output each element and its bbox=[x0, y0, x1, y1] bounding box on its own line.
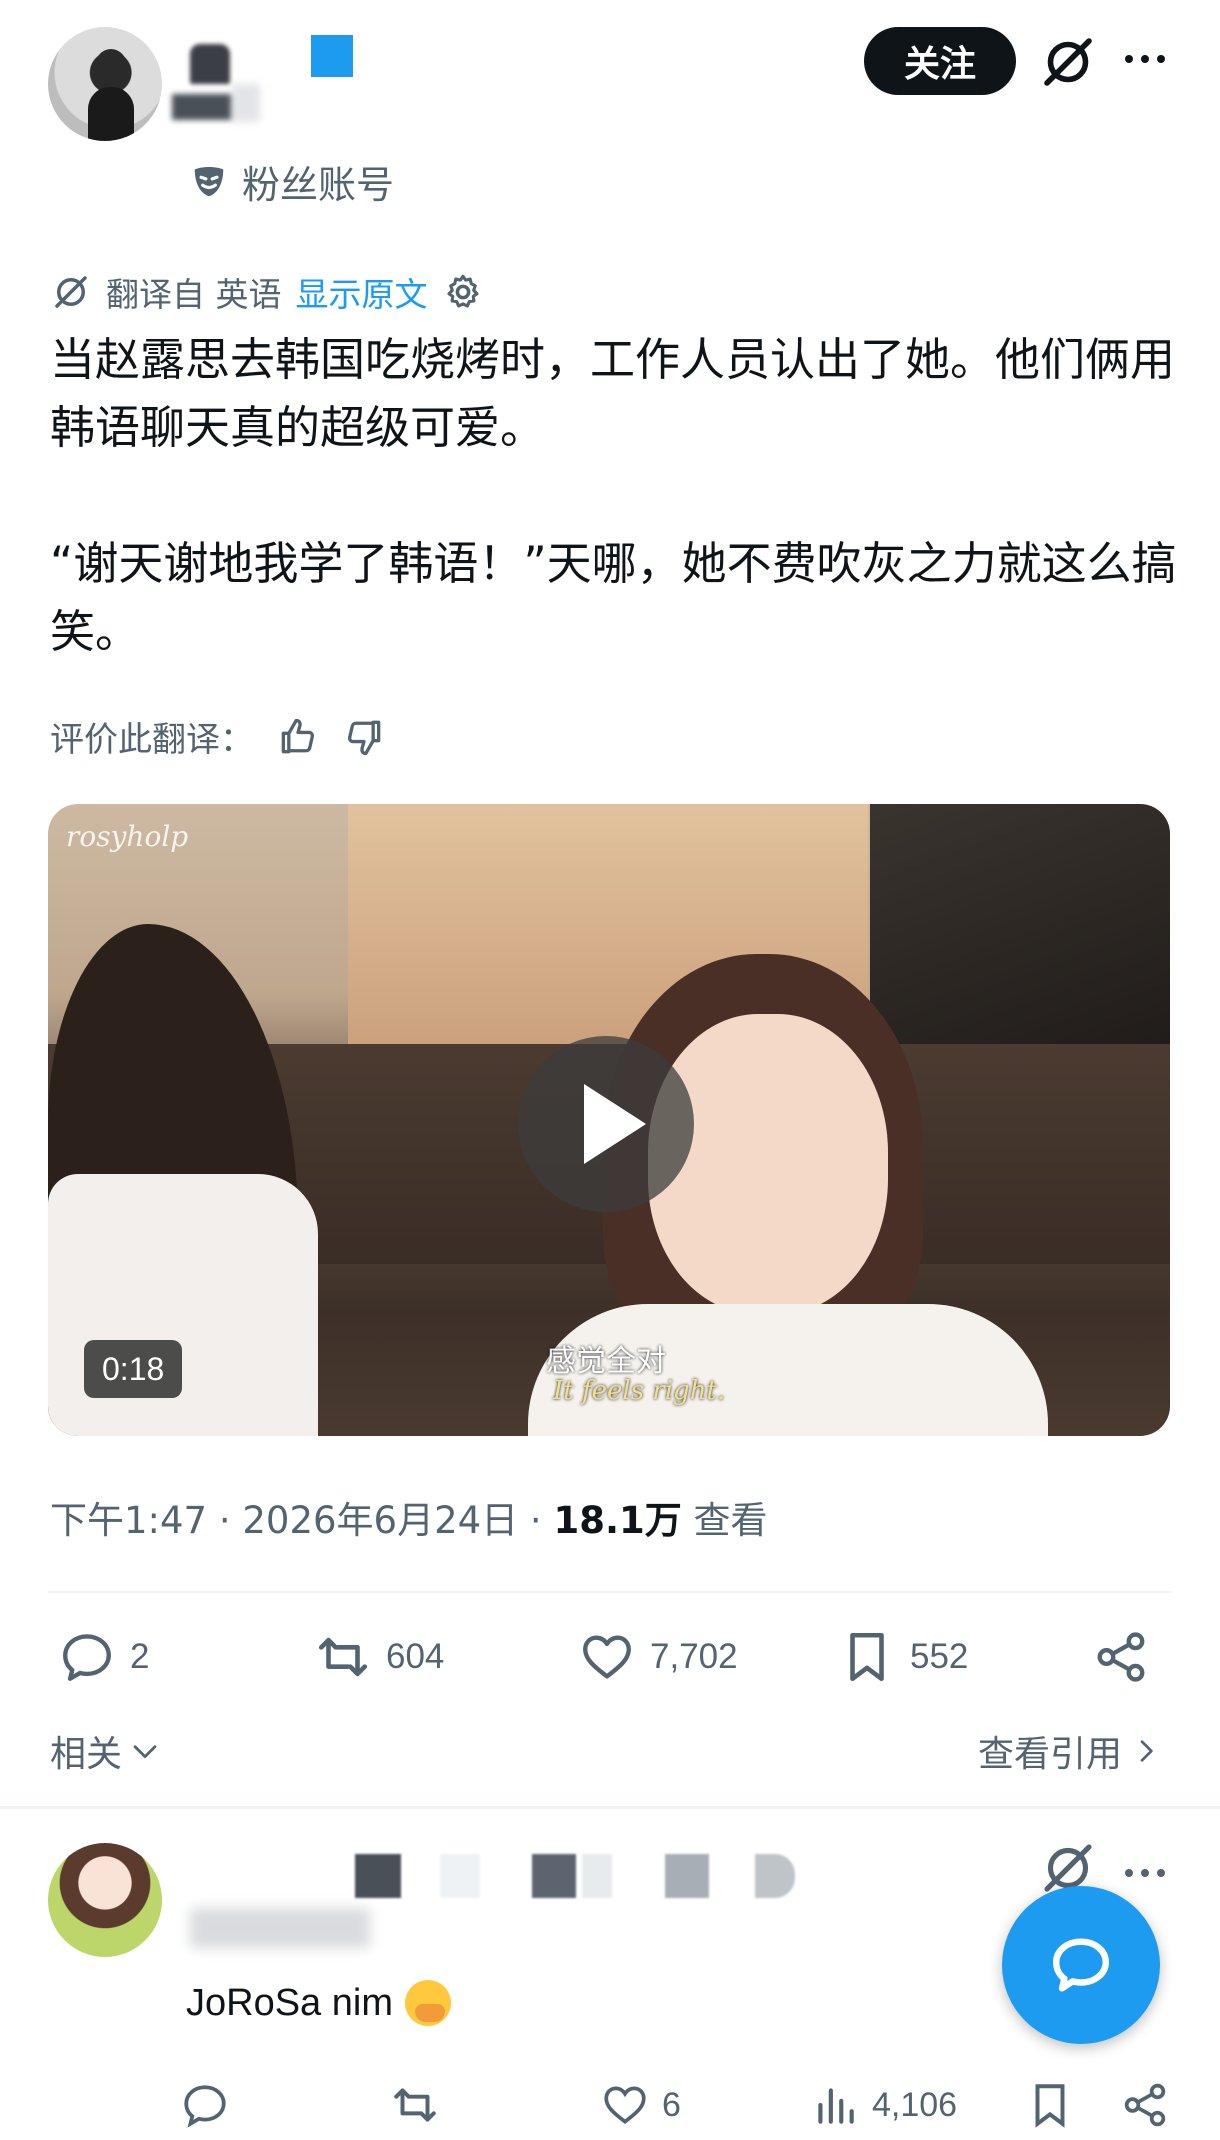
divider bbox=[48, 1591, 1172, 1593]
like-button[interactable]: 7,702 bbox=[578, 1628, 738, 1686]
chevron-down-icon bbox=[133, 1745, 157, 1759]
reply-count: 2 bbox=[130, 1637, 150, 1676]
hand-over-mouth-emoji-icon bbox=[404, 1980, 451, 2026]
thumbs-down-icon[interactable] bbox=[342, 715, 386, 759]
verified-badge bbox=[311, 35, 353, 77]
follow-button[interactable]: 关注 bbox=[864, 27, 1016, 95]
author-avatar[interactable] bbox=[48, 27, 162, 141]
reply-bookmark-button[interactable] bbox=[1025, 2080, 1075, 2130]
tweet-text: 当赵露思去韩国吃烧烤时，工作人员认出了她。他们俩用韩语聊天真的超级可爱。 “谢天… bbox=[50, 326, 1180, 666]
reply-reply-button[interactable] bbox=[180, 2080, 230, 2130]
reply-actions: 6 4,106 bbox=[180, 2080, 1180, 2140]
video-subtitle-english: It feels right. bbox=[553, 1376, 726, 1406]
video-duration: 0:18 bbox=[84, 1340, 183, 1398]
view-count: 18.1万 bbox=[553, 1499, 682, 1542]
view-quotes-link[interactable]: 查看引用 bbox=[978, 1725, 1162, 1777]
fan-account-label: 粉丝账号 bbox=[190, 154, 394, 209]
repost-count: 604 bbox=[386, 1637, 445, 1676]
reply-icon bbox=[184, 2085, 226, 2128]
like-count: 7,702 bbox=[650, 1637, 738, 1676]
reply-views-button[interactable]: 4,106 bbox=[810, 2080, 957, 2130]
bookmark-icon bbox=[1035, 2084, 1065, 2128]
repost-button[interactable]: 604 bbox=[314, 1628, 444, 1686]
tweet-meta: 下午1:47 · 2026年6月24日 · 18.1万 查看 bbox=[50, 1490, 768, 1544]
mask-icon bbox=[194, 166, 224, 196]
reply-share-button[interactable] bbox=[1120, 2080, 1170, 2130]
bookmark-button[interactable]: 552 bbox=[838, 1628, 968, 1686]
share-button[interactable] bbox=[1092, 1628, 1150, 1686]
tweet-paragraph-1: 当赵露思去韩国吃烧烤时，工作人员认出了她。他们俩用韩语聊天真的超级可爱。 bbox=[50, 333, 1176, 454]
repost-icon bbox=[394, 2088, 436, 2122]
translation-row: 翻译自 英语 显示原文 bbox=[50, 268, 484, 316]
bookmark-icon bbox=[850, 1632, 884, 1682]
reply-text: JoRoSa nim bbox=[186, 1980, 451, 2026]
bookmark-count: 552 bbox=[910, 1637, 969, 1676]
analytics-icon bbox=[818, 2088, 854, 2124]
avatar-body-shape bbox=[88, 87, 134, 141]
repost-icon bbox=[318, 1637, 368, 1677]
related-dropdown[interactable]: 相关 bbox=[50, 1725, 162, 1777]
more-options-icon[interactable] bbox=[1122, 44, 1168, 74]
more-options-icon[interactable] bbox=[1122, 1858, 1168, 1888]
fan-account-text: 粉丝账号 bbox=[242, 163, 395, 207]
gear-icon[interactable] bbox=[442, 271, 484, 313]
related-label: 相关 bbox=[50, 1734, 123, 1775]
reply-like-button[interactable]: 6 bbox=[600, 2080, 681, 2130]
rate-translation-label: 评价此翻译： bbox=[50, 720, 254, 760]
tweet-timestamp[interactable]: 下午1:47 · 2026年6月24日 · bbox=[50, 1499, 553, 1542]
section-divider bbox=[0, 1806, 1220, 1809]
rate-translation-row: 评价此翻译： bbox=[50, 712, 386, 761]
reply-button[interactable]: 2 bbox=[58, 1628, 149, 1686]
tweet-actions: 2 604 7,702 552 bbox=[58, 1628, 1178, 1698]
avatar-head-shape bbox=[94, 49, 128, 89]
video-watermark: rosyholp bbox=[66, 820, 189, 853]
play-button[interactable] bbox=[518, 1036, 694, 1212]
chat-bubble-icon bbox=[1053, 1938, 1109, 1992]
grok-icon[interactable] bbox=[1040, 34, 1096, 90]
share-icon bbox=[1097, 1632, 1145, 1682]
show-original-link[interactable]: 显示原文 bbox=[296, 268, 428, 316]
view-quotes-label: 查看引用 bbox=[978, 1734, 1123, 1775]
view-label: 查看 bbox=[681, 1499, 768, 1542]
reply-like-count: 6 bbox=[662, 2085, 681, 2124]
video-player[interactable]: rosyholp 感觉全对 It feels right. 0:18 bbox=[48, 804, 1170, 1436]
reply-text-content: JoRoSa nim bbox=[186, 1981, 393, 2024]
heart-icon bbox=[583, 1635, 631, 1679]
translated-from-label: 翻译自 英语 bbox=[106, 275, 282, 314]
thumbs-up-icon[interactable] bbox=[276, 715, 320, 759]
compose-reply-fab[interactable] bbox=[1002, 1886, 1160, 2044]
chevron-right-icon bbox=[1140, 1740, 1153, 1762]
tweet-paragraph-2: “谢天谢地我学了韩语！”天哪，她不费吹灰之力就这么搞笑。 bbox=[50, 537, 1177, 658]
heart-icon bbox=[604, 2086, 646, 2125]
reply-author-avatar[interactable] bbox=[48, 1843, 162, 1957]
reply-view-count: 4,106 bbox=[872, 2085, 958, 2124]
share-icon bbox=[1124, 2083, 1166, 2127]
reply-repost-button[interactable] bbox=[390, 2080, 440, 2130]
reply-icon bbox=[63, 1634, 111, 1681]
video-subtitle-chinese: 感觉全对 bbox=[546, 1344, 666, 1379]
reply-author-name-blurred[interactable] bbox=[190, 1852, 810, 1952]
grok-translate-icon bbox=[55, 276, 87, 308]
author-name-blurred[interactable] bbox=[172, 44, 260, 122]
